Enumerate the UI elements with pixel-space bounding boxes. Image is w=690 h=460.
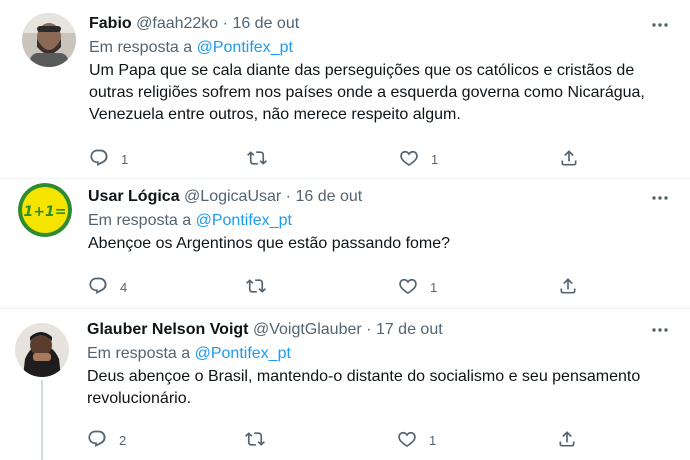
reply-context: Em resposta a @Pontifex_pt: [88, 210, 670, 232]
like-count: 1: [430, 279, 438, 295]
author-handle[interactable]: @faah22ko: [136, 15, 218, 32]
like-button[interactable]: 1: [398, 275, 437, 299]
reply-context: Em resposta a @Pontifex_pt: [89, 37, 670, 59]
more-icon[interactable]: [650, 320, 670, 340]
reply-context: Em resposta a @Pontifex_pt: [87, 343, 670, 365]
reply-count: 1: [121, 151, 129, 167]
avatar-logo-text: 1+1=: [24, 204, 67, 220]
retweet-button[interactable]: [247, 147, 279, 171]
tweet-header: Fabio @faah22ko · 16 de out: [89, 13, 670, 35]
like-icon: [398, 276, 418, 299]
reply-button[interactable]: 1: [89, 147, 128, 171]
share-button[interactable]: [557, 428, 577, 452]
like-icon: [397, 429, 417, 452]
avatar[interactable]: [15, 323, 69, 377]
reply-icon: [89, 148, 109, 171]
reply-icon: [88, 276, 108, 299]
tweet-actions: 2 1: [87, 428, 587, 452]
tweet-text: Abençoe os Argentinos que estão passando…: [88, 235, 451, 252]
reply-prefix: Em resposta a: [88, 212, 192, 229]
separator: ·: [366, 321, 372, 338]
reply-count: 2: [119, 432, 127, 448]
tweet[interactable]: Glauber Nelson Voigt @VoigtGlauber · 17 …: [0, 308, 690, 460]
tweet-date[interactable]: 16 de out: [295, 188, 362, 205]
like-button[interactable]: 1: [399, 147, 438, 171]
reply-mention-link[interactable]: @Pontifex_pt: [196, 212, 292, 229]
avatar[interactable]: 1+1=: [18, 183, 72, 237]
tweet-header: Glauber Nelson Voigt @VoigtGlauber · 17 …: [87, 319, 670, 341]
tweet-actions: 1 1: [89, 147, 589, 171]
tweet-date[interactable]: 17 de out: [376, 321, 443, 338]
author-name[interactable]: Usar Lógica: [88, 188, 180, 205]
tweet-text: Deus abençoe o Brasil, mantendo-o distan…: [87, 368, 641, 407]
more-icon[interactable]: [650, 15, 670, 35]
like-count: 1: [431, 151, 439, 167]
author-handle[interactable]: @VoigtGlauber: [253, 321, 362, 338]
tweet-actions: 4 1: [88, 275, 588, 299]
share-button[interactable]: [558, 275, 578, 299]
author-handle[interactable]: @LogicaUsar: [184, 188, 281, 205]
tweet-date[interactable]: 16 de out: [232, 15, 299, 32]
share-button[interactable]: [559, 147, 579, 171]
like-icon: [399, 148, 419, 171]
retweet-button[interactable]: [246, 275, 278, 299]
author-name[interactable]: Glauber Nelson Voigt: [87, 321, 249, 338]
share-icon: [559, 148, 579, 171]
like-count: 1: [429, 432, 437, 448]
separator: ·: [285, 188, 291, 205]
retweet-button[interactable]: [245, 428, 277, 452]
retweet-icon: [246, 276, 266, 299]
author-name[interactable]: Fabio: [89, 15, 132, 32]
reply-button[interactable]: 4: [88, 275, 127, 299]
more-icon[interactable]: [650, 188, 670, 208]
tweet-text: Um Papa que se cala diante das perseguiç…: [89, 62, 645, 123]
reply-prefix: Em resposta a: [87, 345, 191, 362]
tweet[interactable]: 1+1= Usar Lógica @LogicaUsar · 16 de out…: [0, 178, 690, 309]
like-button[interactable]: 1: [397, 428, 436, 452]
reply-icon: [87, 429, 107, 452]
reply-button[interactable]: 2: [87, 428, 126, 452]
share-icon: [558, 276, 578, 299]
reply-prefix: Em resposta a: [89, 39, 193, 56]
reply-mention-link[interactable]: @Pontifex_pt: [197, 39, 293, 56]
retweet-icon: [247, 148, 267, 171]
avatar[interactable]: [22, 13, 76, 67]
thread-line: [41, 380, 43, 460]
reply-count: 4: [120, 279, 128, 295]
share-icon: [557, 429, 577, 452]
tweet[interactable]: Fabio @faah22ko · 16 de out Em resposta …: [0, 0, 690, 179]
reply-mention-link[interactable]: @Pontifex_pt: [195, 345, 291, 362]
separator: ·: [222, 15, 228, 32]
retweet-icon: [245, 429, 265, 452]
tweet-header: Usar Lógica @LogicaUsar · 16 de out: [88, 186, 670, 208]
